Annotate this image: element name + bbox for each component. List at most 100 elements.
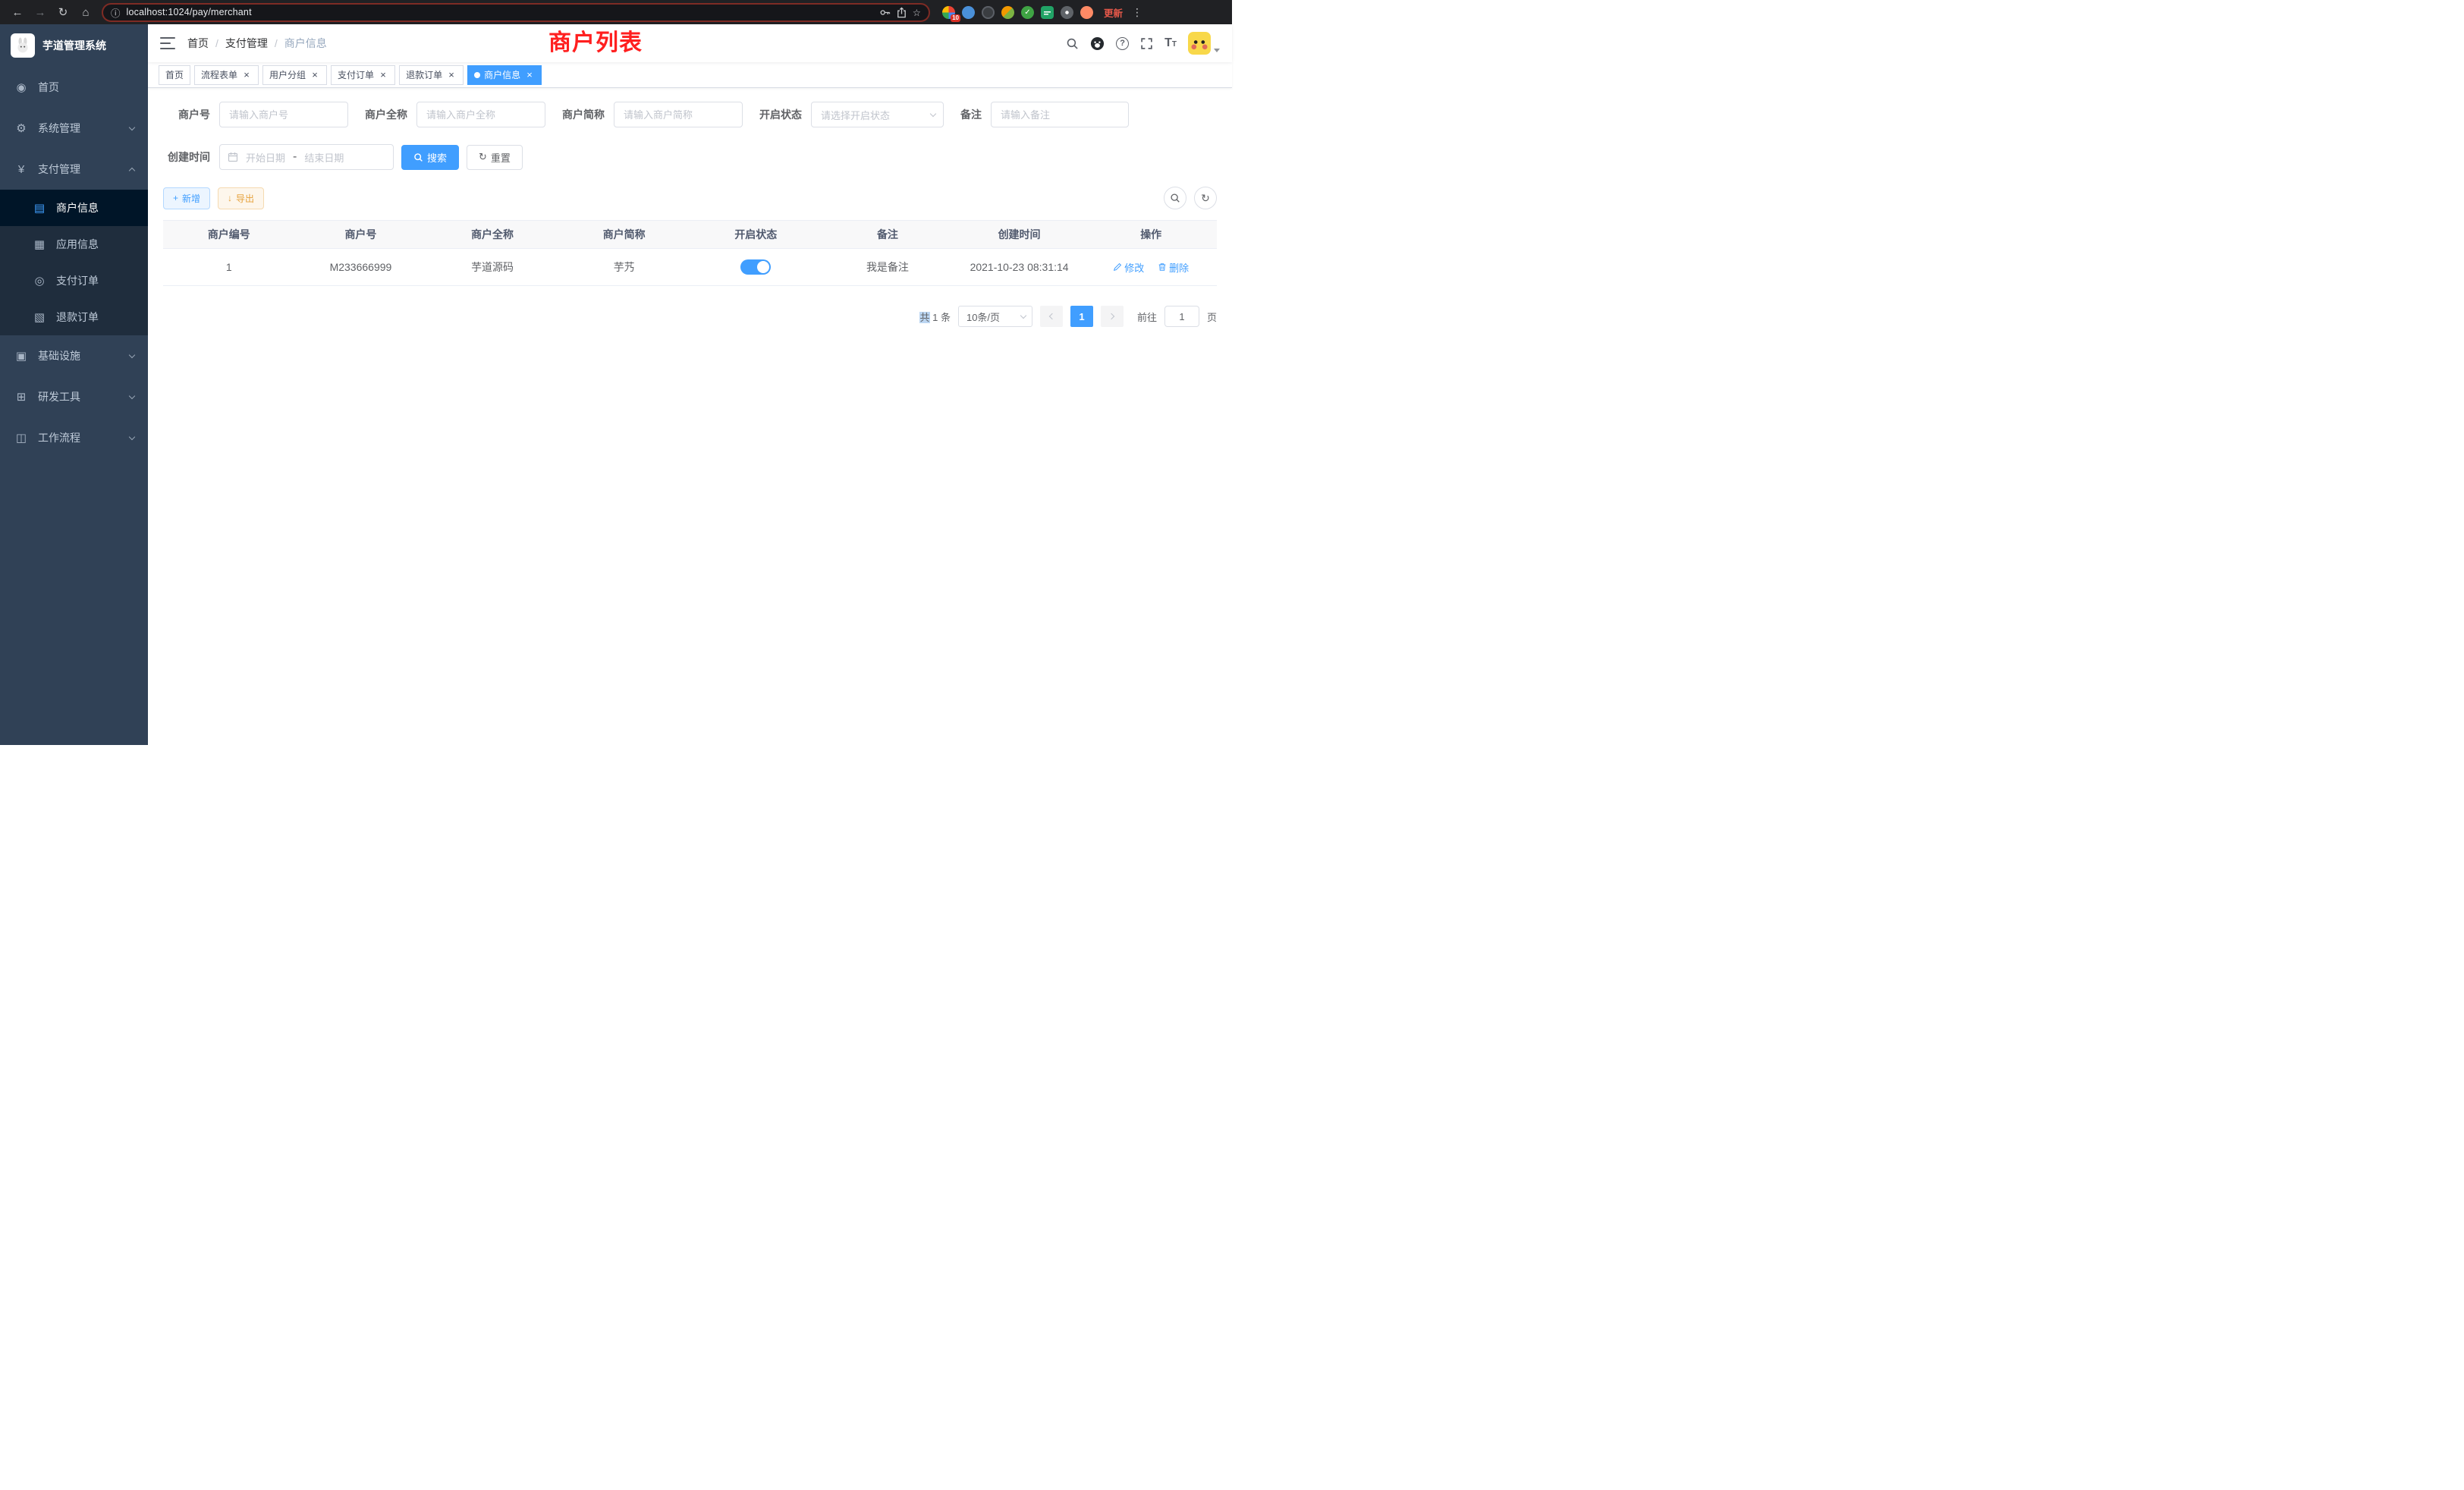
merchant-no-label: 商户号 xyxy=(163,107,210,122)
start-date-placeholder[interactable]: 开始日期 xyxy=(246,150,285,165)
extension-icon[interactable] xyxy=(962,6,975,19)
extensions-area: 10 ✓ xyxy=(942,6,1093,19)
breadcrumb-payment[interactable]: 支付管理 xyxy=(225,36,268,51)
infra-icon: ▣ xyxy=(14,349,29,363)
cell-merchant-id: 1 xyxy=(163,249,295,286)
sidebar-item-pay-order[interactable]: ◎ 支付订单 xyxy=(0,262,148,299)
chevron-down-icon xyxy=(129,433,135,439)
search-button[interactable]: 搜索 xyxy=(401,145,459,170)
close-icon[interactable]: × xyxy=(378,70,388,80)
prev-page-button[interactable] xyxy=(1040,306,1063,327)
user-menu[interactable] xyxy=(1188,32,1220,55)
sidebar-item-home[interactable]: ◉ 首页 xyxy=(0,67,148,108)
extension-icon[interactable] xyxy=(982,6,995,19)
tab-pay-order[interactable]: 支付订单 × xyxy=(331,65,395,85)
sidebar-item-label: 支付管理 xyxy=(38,162,80,177)
sidebar-item-app-info[interactable]: ▦ 应用信息 xyxy=(0,226,148,262)
sidebar-item-infra[interactable]: ▣ 基础设施 xyxy=(0,335,148,376)
remark-input[interactable] xyxy=(991,102,1129,127)
cell-status xyxy=(690,249,822,286)
extension-icon[interactable] xyxy=(1001,6,1014,19)
help-question-icon[interactable]: ? xyxy=(1116,37,1129,50)
sidebar-logo[interactable]: 芋道管理系统 xyxy=(0,24,148,67)
site-info-icon[interactable]: ⓘ xyxy=(111,5,121,20)
merchant-table: 商户编号 商户号 商户全称 商户简称 开启状态 备注 创建时间 操作 1 M23… xyxy=(163,220,1217,286)
extension-icon[interactable] xyxy=(1080,6,1093,19)
plus-icon: + xyxy=(173,193,178,203)
close-icon[interactable]: × xyxy=(524,70,535,80)
page-size-select[interactable]: 10条/页 xyxy=(958,306,1032,327)
tab-process-form[interactable]: 流程表单 × xyxy=(194,65,259,85)
sidebar-item-refund-order[interactable]: ▧ 退款订单 xyxy=(0,299,148,335)
table-toolbar: + 新增 ↓ 导出 ↻ xyxy=(163,187,1217,209)
top-navbar: 首页 / 支付管理 / 商户信息 商户列表 ? TT xyxy=(148,24,1232,62)
status-select[interactable]: 请选择开启状态 xyxy=(811,102,944,127)
filter-row-1: 商户号 商户全称 商户简称 开启状态 请选择开启状态 xyxy=(163,102,1217,127)
merchant-short-name-input[interactable] xyxy=(614,102,743,127)
sidebar-toggle-button[interactable] xyxy=(160,37,175,49)
share-icon[interactable] xyxy=(897,7,907,18)
address-bar[interactable]: ⓘ localhost:1024/pay/merchant ☆ xyxy=(102,3,930,22)
tab-refund-order[interactable]: 退款订单 × xyxy=(399,65,464,85)
extension-icon[interactable]: 10 xyxy=(942,6,955,19)
breadcrumb: 首页 / 支付管理 / 商户信息 xyxy=(187,36,327,51)
browser-reload-button[interactable]: ↻ xyxy=(53,2,73,22)
github-icon[interactable] xyxy=(1090,36,1105,51)
browser-forward-button[interactable]: → xyxy=(30,2,50,22)
sidebar-item-system[interactable]: ⚙ 系统管理 xyxy=(0,108,148,149)
browser-update-button[interactable]: 更新 xyxy=(1104,5,1123,20)
status-toggle[interactable] xyxy=(740,259,771,275)
breadcrumb-separator: / xyxy=(275,37,278,49)
delete-button[interactable]: 删除 xyxy=(1158,260,1189,275)
extension-icon[interactable]: ✓ xyxy=(1021,6,1034,19)
search-icon[interactable] xyxy=(1066,37,1079,50)
next-page-button[interactable] xyxy=(1101,306,1124,327)
breadcrumb-home[interactable]: 首页 xyxy=(187,36,209,51)
calendar-icon xyxy=(228,152,238,162)
col-actions: 操作 xyxy=(1085,221,1217,249)
chevron-down-icon xyxy=(930,110,936,116)
close-icon[interactable]: × xyxy=(310,70,320,80)
add-button[interactable]: + 新增 xyxy=(163,187,210,209)
bookmark-star-icon[interactable]: ☆ xyxy=(913,7,921,18)
user-dropdown-caret-icon[interactable] xyxy=(1214,49,1220,52)
tools-icon: ⊞ xyxy=(14,390,29,404)
tab-user-group[interactable]: 用户分组 × xyxy=(262,65,327,85)
col-status: 开启状态 xyxy=(690,221,822,249)
sidebar-item-label: 基础设施 xyxy=(38,348,80,363)
end-date-placeholder[interactable]: 结束日期 xyxy=(304,150,344,165)
close-icon[interactable]: × xyxy=(446,70,457,80)
tab-merchant-info[interactable]: 商户信息 × xyxy=(467,65,542,85)
refresh-table-button[interactable]: ↻ xyxy=(1194,187,1217,209)
sidebar-item-payment[interactable]: ¥ 支付管理 xyxy=(0,149,148,190)
extension-icon[interactable] xyxy=(1061,6,1073,19)
sidebar-item-merchant-info[interactable]: ▤ 商户信息 xyxy=(0,190,148,226)
sidebar-item-devtools[interactable]: ⊞ 研发工具 xyxy=(0,376,148,417)
tab-home[interactable]: 首页 xyxy=(159,65,190,85)
close-icon[interactable]: × xyxy=(241,70,252,80)
edit-button[interactable]: 修改 xyxy=(1113,260,1144,275)
create-time-range-picker[interactable]: 开始日期 - 结束日期 xyxy=(219,144,394,170)
toggle-search-button[interactable] xyxy=(1164,187,1186,209)
total-count-text: 共 1 条 xyxy=(919,310,950,324)
extension-icon[interactable] xyxy=(1041,6,1054,19)
browser-menu-button[interactable]: ⋮ xyxy=(1132,6,1142,19)
merchant-full-name-input[interactable] xyxy=(416,102,545,127)
reset-button[interactable]: ↻ 重置 xyxy=(467,145,523,170)
page-number-button[interactable]: 1 xyxy=(1070,306,1093,327)
goto-page-input[interactable] xyxy=(1164,306,1199,327)
merchant-no-input[interactable] xyxy=(219,102,348,127)
password-key-icon[interactable] xyxy=(879,7,891,18)
font-size-icon[interactable]: TT xyxy=(1164,38,1177,49)
browser-home-button[interactable]: ⌂ xyxy=(76,2,96,22)
sidebar-item-label: 研发工具 xyxy=(38,389,80,404)
sidebar-item-label: 支付订单 xyxy=(56,273,99,288)
navbar-actions: ? TT xyxy=(1066,32,1220,55)
sidebar-item-workflow[interactable]: ◫ 工作流程 xyxy=(0,417,148,458)
col-merchant-no: 商户号 xyxy=(295,221,427,249)
export-button[interactable]: ↓ 导出 xyxy=(218,187,264,209)
browser-back-button[interactable]: ← xyxy=(8,2,27,22)
user-avatar[interactable] xyxy=(1188,32,1211,55)
cell-merchant-no: M233666999 xyxy=(295,249,427,286)
fullscreen-icon[interactable] xyxy=(1140,37,1153,50)
